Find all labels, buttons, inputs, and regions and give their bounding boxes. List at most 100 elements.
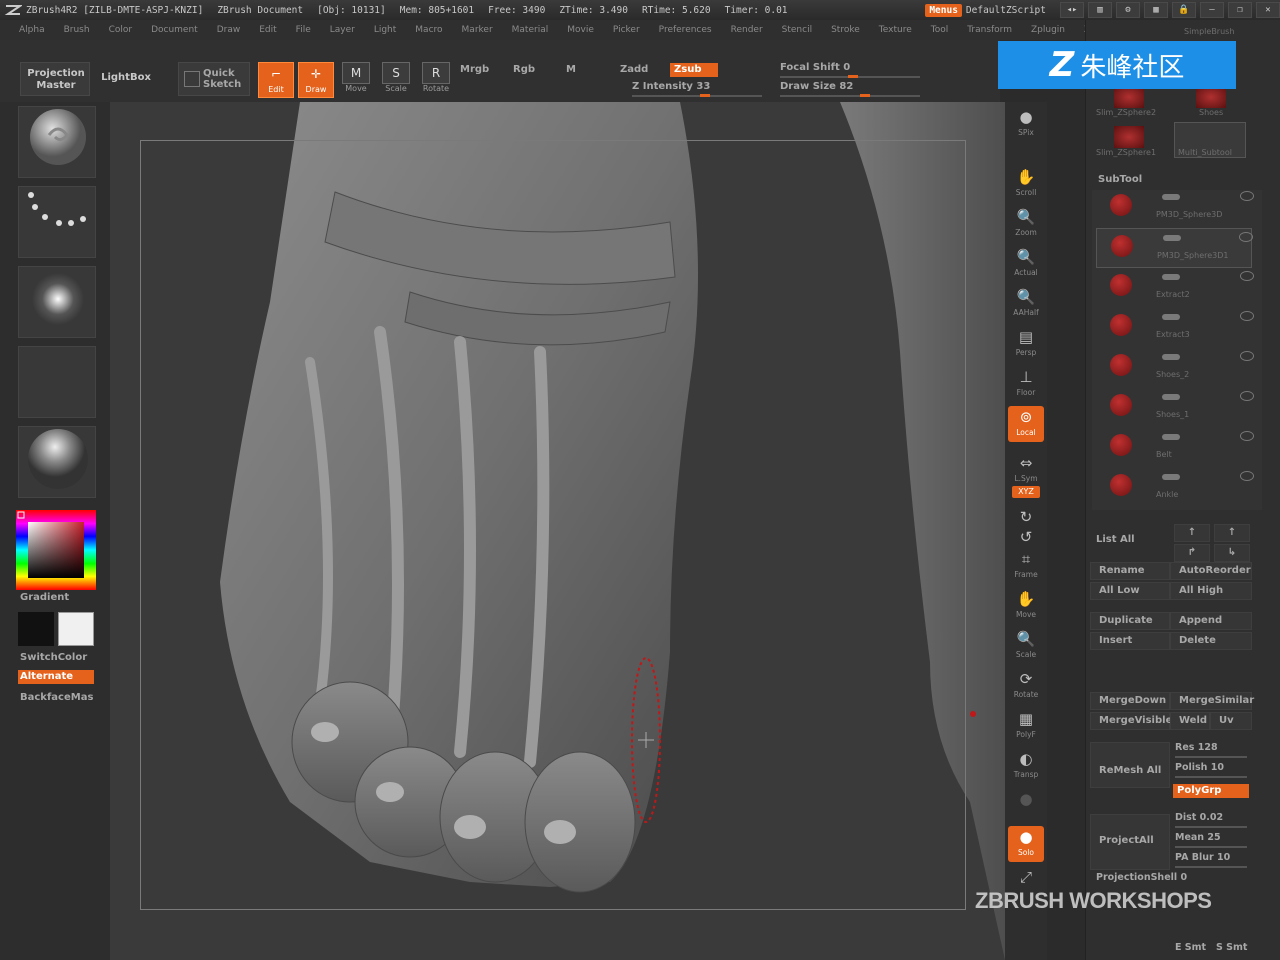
insert-button[interactable]: Insert xyxy=(1090,632,1170,650)
local-button[interactable]: ⊚ Local xyxy=(1008,406,1044,442)
menus-button[interactable]: Menus xyxy=(925,3,962,17)
layout-icon[interactable]: ▦ xyxy=(1144,2,1168,18)
draw-size-slider[interactable]: Draw Size 82 xyxy=(780,81,853,92)
menu-tool[interactable]: Tool xyxy=(931,25,948,35)
lightbox-button[interactable]: LightBox xyxy=(98,72,154,84)
stroke-thumbnail[interactable] xyxy=(18,186,96,258)
menu-marker[interactable]: Marker xyxy=(462,25,493,35)
minimize-icon[interactable]: — xyxy=(1200,2,1224,18)
menu-movie[interactable]: Movie xyxy=(567,25,594,35)
move-button[interactable]: M Move xyxy=(338,62,374,98)
polish-slider[interactable]: Polish 10 xyxy=(1175,762,1224,773)
zadd-button[interactable]: Zadd xyxy=(620,64,648,75)
floor-button[interactable]: ⊥ Floor xyxy=(1008,366,1044,402)
rename-button[interactable]: Rename xyxy=(1090,562,1170,580)
subtool-eye-toggle-icon[interactable] xyxy=(1239,232,1253,242)
zsphere2-thumbnail[interactable] xyxy=(1114,86,1144,108)
res-slider[interactable]: Res 128 xyxy=(1175,742,1218,753)
all-low-button[interactable]: All Low xyxy=(1090,582,1170,600)
subtool-row[interactable]: Ankle xyxy=(1096,468,1254,508)
z-intensity-slider[interactable]: Z Intensity 33 xyxy=(632,81,710,92)
projection-master-button[interactable]: Projection Master xyxy=(20,62,90,96)
menu-edit[interactable]: Edit xyxy=(259,25,276,35)
scale-button[interactable]: S Scale xyxy=(378,62,414,98)
material-thumbnail[interactable] xyxy=(18,426,96,498)
restore-icon[interactable]: ❐ xyxy=(1228,2,1252,18)
mean-slider[interactable]: Mean 25 xyxy=(1175,832,1221,843)
menu-draw[interactable]: Draw xyxy=(217,25,241,35)
menu-file[interactable]: File xyxy=(296,25,311,35)
draw-size-handle[interactable] xyxy=(860,94,870,97)
e-smt-slider[interactable]: E Smt xyxy=(1175,942,1206,953)
move-view-button[interactable]: ✋ Move xyxy=(1008,588,1044,624)
s-smt-slider[interactable]: S Smt xyxy=(1216,942,1247,953)
menu-transform[interactable]: Transform xyxy=(967,25,1012,35)
menu-zplugin[interactable]: Zplugin xyxy=(1031,25,1065,35)
list-all-button[interactable]: List All xyxy=(1096,534,1135,545)
dist-slider[interactable]: Dist 0.02 xyxy=(1175,812,1223,823)
mrgb-button[interactable]: Mrgb xyxy=(460,64,489,75)
subtool-visibility-icon[interactable] xyxy=(1162,434,1180,440)
subtool-visibility-icon[interactable] xyxy=(1162,474,1180,480)
settings-icon[interactable]: ⚙ xyxy=(1116,2,1140,18)
simplebrush-thumb-label[interactable]: SimpleBrush xyxy=(1184,27,1234,36)
rgb-button[interactable]: Rgb xyxy=(513,64,535,75)
lsym-button[interactable]: ⇔ L.Sym xyxy=(1008,452,1044,488)
move-up-arrow-icon[interactable]: ↱ xyxy=(1174,544,1210,562)
texture-thumbnail[interactable] xyxy=(18,346,96,418)
menu-texture[interactable]: Texture xyxy=(879,25,912,35)
subtool-row[interactable]: Shoes_1 xyxy=(1096,388,1254,428)
tray-split-icon[interactable]: ▥ xyxy=(1088,2,1112,18)
menu-render[interactable]: Render xyxy=(731,25,763,35)
polygrp-button[interactable]: PolyGrp xyxy=(1173,784,1249,798)
zsub-button[interactable]: Zsub xyxy=(670,63,718,77)
autoreorder-button[interactable]: AutoReorder xyxy=(1170,562,1252,580)
zoom-button[interactable]: 🔍 Zoom xyxy=(1008,206,1044,242)
subtool-visibility-icon[interactable] xyxy=(1162,314,1180,320)
subtool-header[interactable]: SubTool xyxy=(1098,174,1142,185)
subtool-eye-toggle-icon[interactable] xyxy=(1240,431,1254,441)
shoes-thumbnail[interactable] xyxy=(1196,86,1226,108)
aahalf-button[interactable]: 🔍 AAHalf xyxy=(1008,286,1044,322)
subtool-row[interactable]: PM3D_Sphere3D xyxy=(1096,188,1254,228)
subtool-eye-toggle-icon[interactable] xyxy=(1240,391,1254,401)
lock-icon[interactable]: 🔒 xyxy=(1172,2,1196,18)
move-down-arrow-icon[interactable]: ↳ xyxy=(1214,544,1250,562)
scroll-button[interactable]: ✋ Scroll xyxy=(1008,166,1044,202)
move-down-icon[interactable]: ↑ xyxy=(1214,524,1250,542)
duplicate-button[interactable]: Duplicate xyxy=(1090,612,1170,630)
menu-brush[interactable]: Brush xyxy=(64,25,90,35)
subtool-visibility-icon[interactable] xyxy=(1162,394,1180,400)
subtool-row[interactable]: Belt xyxy=(1096,428,1254,468)
subtool-row[interactable]: Shoes_2 xyxy=(1096,348,1254,388)
menu-preferences[interactable]: Preferences xyxy=(659,25,712,35)
canvas-viewport[interactable] xyxy=(110,102,1005,960)
draw-button[interactable]: ✛ Draw xyxy=(298,62,334,98)
polyf-button[interactable]: ▦ PolyF xyxy=(1008,708,1044,744)
main-color-swatch[interactable] xyxy=(18,612,54,646)
mergesimilar-button[interactable]: MergeSimilar xyxy=(1170,692,1254,710)
zsphere1-thumbnail[interactable] xyxy=(1114,126,1144,148)
solo-button[interactable]: ● Solo xyxy=(1008,826,1044,862)
menu-picker[interactable]: Picker xyxy=(613,25,640,35)
menu-document[interactable]: Document xyxy=(151,25,198,35)
subtool-visibility-icon[interactable] xyxy=(1162,354,1180,360)
actual-button[interactable]: 🔍 Actual xyxy=(1008,246,1044,282)
persp-button[interactable]: ▤ Persp xyxy=(1008,326,1044,362)
pa-blur-slider[interactable]: PA Blur 10 xyxy=(1175,852,1230,863)
menu-macro[interactable]: Macro xyxy=(415,25,442,35)
brush-thumbnail[interactable] xyxy=(18,106,96,178)
tray-toggle-icon[interactable]: ◂▸ xyxy=(1060,2,1084,18)
script-selector[interactable]: DefaultZScript xyxy=(966,5,1046,16)
alternate-button[interactable]: Alternate xyxy=(18,670,94,684)
rotate-axis-z-button[interactable]: ↺ xyxy=(1008,526,1044,546)
rotate-button[interactable]: R Rotate xyxy=(418,62,454,98)
ghost-button[interactable]: ● xyxy=(1008,788,1044,808)
mergevisible-button[interactable]: MergeVisible xyxy=(1090,712,1172,730)
delete-button[interactable]: Delete xyxy=(1170,632,1252,650)
projectall-button[interactable]: ProjectAll xyxy=(1090,814,1170,870)
secondary-color-swatch[interactable] xyxy=(58,612,94,646)
close-icon[interactable]: ✕ xyxy=(1256,2,1280,18)
backfacemask-button[interactable]: BackfaceMas xyxy=(20,692,93,703)
append-button[interactable]: Append xyxy=(1170,612,1252,630)
